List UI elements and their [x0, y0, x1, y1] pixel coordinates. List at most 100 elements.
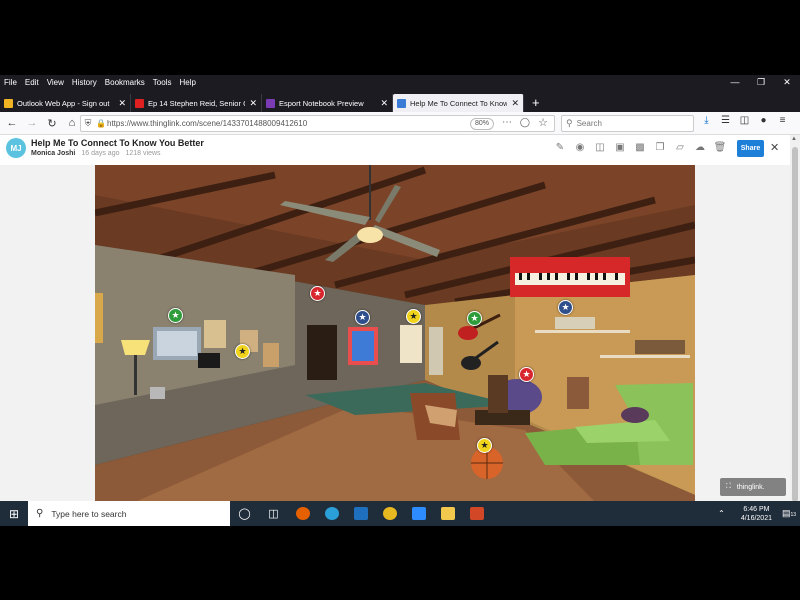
- forward-icon[interactable]: →: [22, 117, 42, 129]
- menu-view[interactable]: View: [43, 78, 68, 87]
- minimize-icon[interactable]: —: [722, 75, 748, 90]
- thinglink-badge[interactable]: ⛶ thinglink.: [720, 478, 786, 496]
- scroll-up-icon[interactable]: ▲: [791, 136, 797, 142]
- audio-icon[interactable]: ◫: [593, 142, 607, 153]
- download-icon[interactable]: ⤓: [700, 115, 713, 126]
- taskbar-search-input[interactable]: ⚲ Type here to search: [28, 501, 230, 526]
- new-tab-button[interactable]: +: [532, 95, 540, 110]
- hotspot-red-2[interactable]: ★: [519, 367, 534, 382]
- notification-icon[interactable]: ▤13: [778, 508, 800, 519]
- tab-title: Esport Notebook Preview: [279, 98, 364, 108]
- search-icon: ⚲: [566, 118, 573, 128]
- bookmark-star-icon[interactable]: ☆: [538, 116, 548, 129]
- reload-icon[interactable]: ↻: [42, 117, 62, 130]
- url-bar[interactable]: ⛨ 🔒 https://www.thinglink.com/scene/1433…: [80, 115, 555, 132]
- search-icon: ⚲: [36, 508, 44, 519]
- zoom-icon[interactable]: [404, 501, 433, 526]
- search-input[interactable]: ⚲ Search: [561, 115, 694, 132]
- menu-tools[interactable]: Tools: [149, 78, 176, 87]
- preview-eye-icon[interactable]: ◉: [573, 142, 587, 153]
- page-title: Help Me To Connect To Know You Better: [31, 138, 204, 148]
- share-button[interactable]: Share: [737, 140, 764, 157]
- scrollbar[interactable]: ▲ ▼: [790, 135, 800, 525]
- fullscreen-icon[interactable]: ⛶: [726, 483, 731, 491]
- menu-history[interactable]: History: [68, 78, 101, 87]
- hotspot-yellow-2[interactable]: ★: [235, 344, 250, 359]
- toolbar-icons: ⤓ ☰ ◫ ● ≡: [700, 115, 789, 126]
- notification-count: 13: [790, 512, 797, 518]
- avatar[interactable]: MJ: [6, 138, 26, 158]
- pocket-icon[interactable]: ◯: [520, 117, 530, 128]
- search-placeholder: Search: [576, 119, 602, 128]
- close-window-icon[interactable]: ✕: [774, 75, 800, 90]
- screen: File Edit View History Bookmarks Tools H…: [0, 0, 800, 600]
- zoom-level[interactable]: 80%: [469, 118, 494, 130]
- close-icon[interactable]: ✕: [770, 141, 779, 154]
- hotspot-green-1[interactable]: ★: [168, 308, 183, 323]
- url-text[interactable]: https://www.thinglink.com/scene/14337014…: [107, 119, 307, 128]
- tab-youtube[interactable]: Ep 14 Stephen Reid, Senior Cur ✕: [131, 94, 262, 112]
- close-tab-icon[interactable]: ✕: [380, 98, 388, 109]
- close-tab-icon[interactable]: ✕: [511, 98, 519, 109]
- menu-edit[interactable]: Edit: [21, 78, 43, 87]
- account-icon[interactable]: ●: [757, 115, 770, 126]
- thinglink-logo[interactable]: thinglink.: [737, 484, 765, 491]
- edge-icon[interactable]: [317, 501, 346, 526]
- scene-toolbar: ✎ ◉ ◫ ▣ ▩ ❐ ▱ ☁ 🗑: [553, 142, 727, 153]
- system-tray: ⌃ 6:46 PM 4/16/2021 ▤13: [718, 501, 800, 526]
- library-icon[interactable]: ☰: [719, 115, 732, 126]
- page-actions-icon[interactable]: ⋯: [502, 117, 512, 129]
- firefox-icon[interactable]: [288, 501, 317, 526]
- chrome-icon[interactable]: [375, 501, 404, 526]
- cortana-icon[interactable]: ◯: [230, 501, 259, 526]
- scene-image[interactable]: ★ ★ ★ ★ ★ ★ ★ ★ ★: [95, 165, 695, 502]
- restore-icon[interactable]: ❐: [748, 75, 774, 90]
- home-icon[interactable]: ⌂: [62, 117, 82, 129]
- tab-outlook[interactable]: Outlook Web App - Sign out ✕: [0, 94, 131, 112]
- close-tab-icon[interactable]: ✕: [118, 98, 126, 109]
- tab-title: Ep 14 Stephen Reid, Senior Cur: [148, 98, 246, 108]
- task-view-icon[interactable]: ◫: [259, 501, 288, 526]
- hotspot-yellow-1[interactable]: ★: [406, 309, 421, 324]
- cloud-upload-icon[interactable]: ☁: [693, 142, 707, 153]
- hotspot-yellow-3[interactable]: ★: [477, 438, 492, 453]
- folder-icon[interactable]: ▣: [613, 142, 627, 153]
- youtube-favicon-icon: [135, 98, 144, 108]
- browser-window: File Edit View History Bookmarks Tools H…: [0, 75, 800, 525]
- copy-icon[interactable]: ❐: [653, 142, 667, 153]
- menu-help[interactable]: Help: [175, 78, 199, 87]
- menu-file[interactable]: File: [0, 78, 21, 87]
- clock-time: 6:46 PM: [743, 505, 770, 513]
- close-tab-icon[interactable]: ✕: [249, 98, 257, 109]
- view-count: 1218 views: [125, 150, 161, 157]
- powerpoint-icon[interactable]: [462, 501, 491, 526]
- embed-icon[interactable]: ▱: [673, 142, 687, 153]
- scene-meta: Monica Joshi 16 days ago 1218 views: [31, 150, 161, 157]
- sidebar-icon[interactable]: ◫: [738, 115, 751, 126]
- hotspot-red-1[interactable]: ★: [310, 286, 325, 301]
- scrollbar-thumb[interactable]: [792, 147, 798, 502]
- taskbar-search-placeholder: Type here to search: [51, 508, 127, 519]
- clock[interactable]: 6:46 PM 4/16/2021: [741, 505, 772, 523]
- file-explorer-icon[interactable]: [433, 501, 462, 526]
- back-icon[interactable]: ←: [2, 117, 22, 129]
- hotspot-green-2[interactable]: ★: [467, 311, 482, 326]
- trash-icon[interactable]: 🗑: [713, 142, 727, 153]
- nav-bar: ← → ↻ ⌂ ⛨ 🔒 https://www.thinglink.com/sc…: [0, 112, 800, 135]
- author-name[interactable]: Monica Joshi: [31, 150, 75, 157]
- edit-pencil-icon[interactable]: ✎: [553, 142, 567, 153]
- outlook-favicon-icon: [4, 98, 13, 108]
- chevron-up-icon[interactable]: ⌃: [718, 509, 725, 518]
- stats-icon[interactable]: ▩: [633, 142, 647, 153]
- hamburger-menu-icon[interactable]: ≡: [776, 115, 789, 126]
- menu-bookmarks[interactable]: Bookmarks: [101, 78, 149, 87]
- hotspot-blue-2[interactable]: ★: [558, 300, 573, 315]
- store-icon[interactable]: [346, 501, 375, 526]
- lock-icon[interactable]: 🔒: [95, 119, 107, 128]
- hotspot-blue-1[interactable]: ★: [355, 310, 370, 325]
- windows-start-icon[interactable]: ⊞: [0, 507, 28, 521]
- clock-date: 4/16/2021: [740, 514, 772, 522]
- tab-thinglink[interactable]: Help Me To Connect To Know ✕: [393, 94, 524, 112]
- shield-icon[interactable]: ⛨: [81, 118, 95, 129]
- tab-onenote[interactable]: Esport Notebook Preview ✕: [262, 94, 393, 112]
